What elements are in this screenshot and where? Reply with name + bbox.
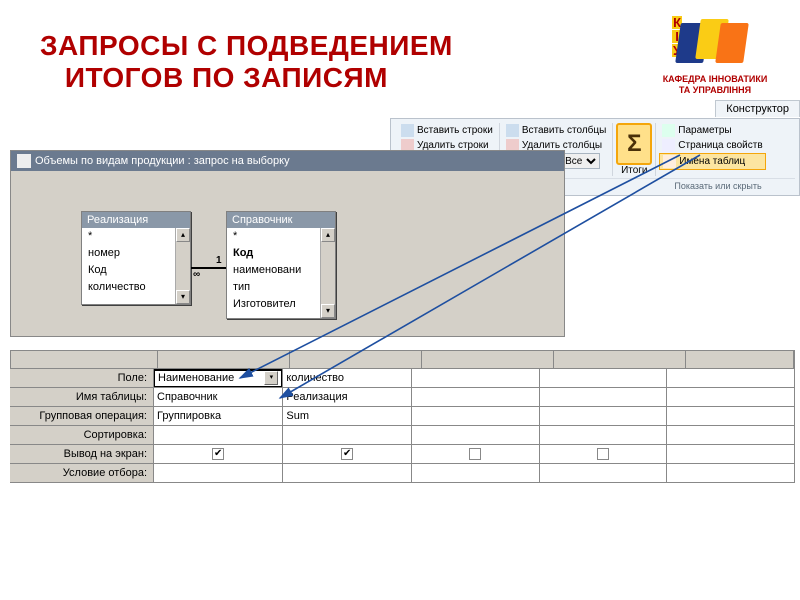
scrollbar[interactable]: ▴ ▾: [320, 228, 335, 318]
query-grid: Поле: Наименование▾ количество Имя табли…: [10, 350, 795, 483]
criteria-cell[interactable]: [539, 464, 667, 483]
window-titlebar[interactable]: Объемы по видам продукции : запрос на вы…: [11, 151, 564, 171]
field-item[interactable]: *: [227, 228, 335, 245]
book-icon: [715, 23, 749, 63]
scroll-up-icon[interactable]: ▴: [321, 228, 335, 242]
field-cell[interactable]: [539, 369, 667, 388]
title-line-2: ИТОГОВ ПО ЗАПИСЯМ: [65, 62, 388, 93]
field-cell[interactable]: количество: [283, 369, 412, 388]
criteria-cell[interactable]: [283, 464, 412, 483]
show-cell[interactable]: ✔: [154, 445, 283, 464]
checkbox[interactable]: [597, 448, 609, 460]
insert-cols-button[interactable]: Вставить столбцы: [503, 123, 609, 138]
scroll-down-icon[interactable]: ▾: [176, 290, 190, 304]
table-names-icon: [663, 155, 676, 168]
group-cell[interactable]: [412, 407, 540, 426]
field-cell[interactable]: [412, 369, 540, 388]
relationship-one: 1: [216, 255, 222, 266]
field-cell[interactable]: [667, 369, 795, 388]
field-item[interactable]: номер: [82, 245, 190, 262]
row-label-criteria: Условие отбора:: [10, 464, 154, 483]
relationship-infinity: ∞: [193, 269, 200, 280]
group-cell[interactable]: Группировка: [154, 407, 283, 426]
table-cell[interactable]: [412, 388, 540, 407]
tables-pane[interactable]: Реализация * номер Код количество ▴ ▾ Сп…: [11, 171, 564, 336]
show-cell[interactable]: ✔: [283, 445, 412, 464]
criteria-cell[interactable]: [412, 464, 540, 483]
scrollbar[interactable]: ▴ ▾: [175, 228, 190, 304]
query-icon: [17, 154, 31, 168]
logo-graphic: КІУ: [670, 15, 760, 70]
group-cell[interactable]: [539, 407, 667, 426]
show-cell[interactable]: [412, 445, 540, 464]
sort-cell[interactable]: [667, 426, 795, 445]
criteria-cell[interactable]: [667, 464, 795, 483]
field-item[interactable]: Код: [227, 245, 335, 262]
table-cell[interactable]: Справочник: [154, 388, 283, 407]
group-cell[interactable]: Sum: [283, 407, 412, 426]
table-box-spravochnik[interactable]: Справочник * Код наименовани тип Изготов…: [226, 211, 336, 319]
table-box-realizatsia[interactable]: Реализация * номер Код количество ▴ ▾: [81, 211, 191, 305]
show-cell[interactable]: [539, 445, 667, 464]
checkbox-checked[interactable]: ✔: [212, 448, 224, 460]
table-cell[interactable]: [539, 388, 667, 407]
group-cell[interactable]: [667, 407, 795, 426]
sort-cell[interactable]: [539, 426, 667, 445]
window-title: Объемы по видам продукции : запрос на вы…: [35, 155, 290, 167]
logo: КІУ КАФЕДРА ІННОВАТИКИТА УПРАВЛІННЯ: [650, 15, 780, 96]
return-select[interactable]: Все: [560, 153, 600, 169]
field-item[interactable]: Изготовител: [227, 296, 335, 313]
table-cell[interactable]: [667, 388, 795, 407]
scroll-up-icon[interactable]: ▴: [176, 228, 190, 242]
property-sheet-icon: [662, 139, 675, 152]
checkbox[interactable]: [469, 448, 481, 460]
row-label-group: Групповая операция:: [10, 407, 154, 426]
field-item[interactable]: *: [82, 228, 190, 245]
totals-label: Итоги: [621, 165, 647, 176]
checkbox-checked[interactable]: ✔: [341, 448, 353, 460]
insert-rows-button[interactable]: Вставить строки: [398, 123, 496, 138]
parameters-button[interactable]: Параметры: [659, 123, 765, 138]
table-names-button[interactable]: Имена таблиц: [659, 153, 765, 170]
sort-cell[interactable]: [154, 426, 283, 445]
insert-cols-icon: [506, 124, 519, 137]
field-item[interactable]: наименовани: [227, 262, 335, 279]
totals-button[interactable]: Σ: [616, 123, 652, 165]
row-label-field: Поле:: [10, 369, 154, 388]
table-cell[interactable]: Реализация: [283, 388, 412, 407]
title-line-1: ЗАПРОСЫ С ПОДВЕДЕНИЕМ: [40, 30, 453, 61]
scroll-down-icon[interactable]: ▾: [321, 304, 335, 318]
criteria-cell[interactable]: [154, 464, 283, 483]
parameters-icon: [662, 124, 675, 137]
field-item[interactable]: количество: [82, 279, 190, 296]
insert-rows-icon: [401, 124, 414, 137]
row-label-show: Вывод на экран:: [10, 445, 154, 464]
sort-cell[interactable]: [412, 426, 540, 445]
row-label-sort: Сортировка:: [10, 426, 154, 445]
field-item[interactable]: тип: [227, 279, 335, 296]
table-title[interactable]: Реализация: [82, 212, 190, 228]
show-cell[interactable]: [667, 445, 795, 464]
property-sheet-button[interactable]: Страница свойств: [659, 138, 765, 153]
grid-header-strip: [10, 350, 795, 368]
query-design-window: Объемы по видам продукции : запрос на вы…: [10, 150, 565, 337]
table-title[interactable]: Справочник: [227, 212, 335, 228]
row-label-table: Имя таблицы:: [10, 388, 154, 407]
sort-cell[interactable]: [283, 426, 412, 445]
logo-caption: КАФЕДРА ІННОВАТИКИТА УПРАВЛІННЯ: [650, 74, 780, 96]
dropdown-icon[interactable]: ▾: [264, 371, 278, 385]
ribbon-tab-design[interactable]: Конструктор: [715, 100, 800, 117]
field-item[interactable]: Код: [82, 262, 190, 279]
field-cell[interactable]: Наименование▾: [154, 369, 283, 388]
